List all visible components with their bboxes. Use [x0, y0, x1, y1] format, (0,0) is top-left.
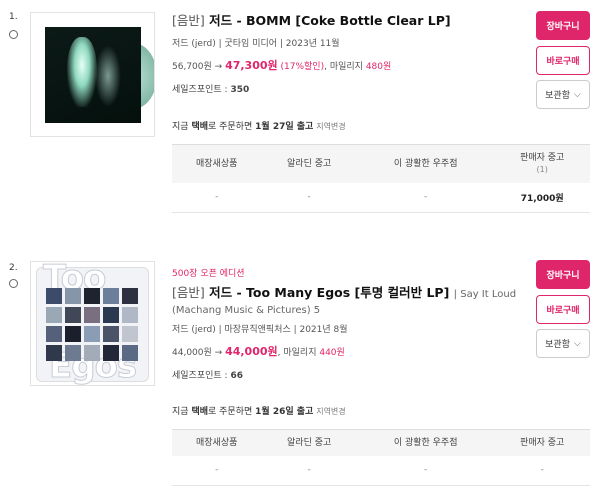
price-line: 56,700원 → 47,300원 (17%할인), 마일리지 480원	[172, 57, 527, 73]
region-change-link[interactable]: 지역변경	[316, 122, 345, 131]
product-item: 2. Too Egos 500장 오픈 에디션 [음반] 저드 - Too Ma…	[0, 255, 599, 489]
product-item: 1. [음반] 저드 - BOMM [Coke Bottle Clear LP]…	[0, 0, 599, 225]
ship-middle: 로 주문하면	[208, 407, 253, 417]
stock-header-space: 이 광활한 우주점	[356, 144, 495, 183]
stock-header-seller: 판매자 중고	[494, 429, 590, 456]
album-art-image	[45, 27, 141, 123]
stock-header-store: 매장새상품	[172, 429, 262, 456]
stock-cell: -	[261, 182, 357, 213]
sales-points: 세일즈포인트 : 66	[172, 368, 527, 381]
product-title[interactable]: 저드 - Too Many Egos [투명 컬러반 LP]	[209, 285, 449, 300]
stock-header-seller-label: 판매자 중고	[520, 152, 565, 163]
stock-cell: -	[356, 182, 495, 213]
stock-cell: -	[494, 455, 590, 486]
stock-table: 매장새상품 알라딘 중고 이 광활한 우주점 판매자 중고 - - - -	[172, 429, 590, 486]
product-meta: 저드 (jerd) | 마장뮤직앤픽처스 | 2021년 8월	[172, 325, 348, 335]
shipping-info: 지금 택배로 주문하면 1월 26일 출고 지역변경	[172, 404, 346, 417]
stock-header-used: 알라딘 중고	[261, 144, 357, 183]
wishlist-label: 보관함	[545, 91, 570, 101]
add-to-cart-button[interactable]: 장바구니	[536, 260, 590, 289]
mileage-label: , 마일리지	[277, 348, 317, 358]
stock-cell: -	[356, 455, 495, 486]
sales-points: 세일즈포인트 : 350	[172, 82, 527, 95]
stock-header-store: 매장새상품	[172, 144, 262, 183]
sale-price: 44,000원	[225, 345, 278, 358]
select-checkbox[interactable]	[9, 279, 18, 288]
album-cover[interactable]	[30, 12, 155, 137]
shipping-info: 지금 택배로 주문하면 1월 27일 출고 지역변경	[172, 119, 346, 132]
product-title[interactable]: 저드 - BOMM [Coke Bottle Clear LP]	[209, 13, 450, 28]
ship-middle: 로 주문하면	[208, 122, 253, 132]
ship-date: 1월 26일 출고	[255, 407, 314, 417]
chevron-down-icon: ⌵	[574, 89, 581, 100]
product-info: 500장 오픈 에디션 [음반] 저드 - Too Many Egos [투명 …	[172, 266, 527, 381]
stock-header-seller-count: (1)	[536, 164, 548, 174]
ship-method: 택배	[191, 407, 208, 417]
price-line: 44,000원 → 44,000원, 마일리지 440원	[172, 343, 527, 359]
series-subtitle[interactable]: (Machang Music & Pictures) 5	[172, 305, 527, 316]
stock-cell: -	[172, 182, 262, 213]
buy-now-button[interactable]: 바로구매	[536, 46, 590, 75]
sales-points-label: 세일즈포인트 :	[172, 85, 228, 95]
stock-header-seller: 판매자 중고 (1)	[494, 144, 590, 183]
stock-cell: -	[172, 455, 262, 486]
mileage-label: , 마일리지	[324, 62, 363, 72]
product-info: [음반] 저드 - BOMM [Coke Bottle Clear LP] 저드…	[172, 13, 527, 95]
ship-date: 1월 27일 출고	[255, 122, 314, 132]
mileage-value: 480원	[365, 62, 392, 72]
chevron-down-icon: ⌵	[574, 338, 581, 349]
sales-points-label: 세일즈포인트 :	[172, 371, 228, 381]
item-index: 2.	[9, 263, 18, 273]
buy-now-button[interactable]: 바로구매	[536, 295, 590, 324]
sale-price: 47,300원	[225, 59, 278, 72]
wishlist-label: 보관함	[545, 340, 570, 350]
stock-header-space: 이 광활한 우주점	[356, 429, 495, 456]
stock-cell-seller-price[interactable]: 71,000원	[494, 182, 590, 213]
album-cover[interactable]: Too Egos	[30, 261, 155, 386]
item-index: 1.	[9, 12, 18, 22]
ship-prefix: 지금	[172, 122, 189, 132]
edition-badge: 500장 오픈 에디션	[172, 269, 245, 279]
mileage-value: 440원	[319, 348, 345, 358]
select-checkbox[interactable]	[9, 30, 18, 39]
add-to-cart-button[interactable]: 장바구니	[536, 11, 590, 40]
original-price: 56,700원 →	[172, 62, 223, 72]
product-title-row[interactable]: [음반] 저드 - BOMM [Coke Bottle Clear LP]	[172, 13, 527, 29]
sales-points-value: 66	[230, 371, 243, 381]
series-link[interactable]: | Say It Loud	[454, 289, 516, 300]
category-label: [음반]	[172, 13, 205, 28]
discount-rate: (17%할인)	[280, 62, 325, 72]
photo-grid-image	[46, 288, 140, 361]
category-label: [음반]	[172, 285, 205, 300]
product-meta: 저드 (jerd) | 굿타임 미디어 | 2023년 11월	[172, 39, 340, 49]
product-title-row[interactable]: [음반] 저드 - Too Many Egos [투명 컬러반 LP] | Sa…	[172, 285, 527, 303]
stock-table: 매장새상품 알라딘 중고 이 광활한 우주점 판매자 중고 (1) - - - …	[172, 144, 590, 213]
wishlist-button[interactable]: 보관함 ⌵	[536, 80, 590, 109]
wishlist-button[interactable]: 보관함 ⌵	[536, 329, 590, 358]
region-change-link[interactable]: 지역변경	[316, 407, 345, 416]
stock-cell: -	[261, 455, 357, 486]
sales-points-value: 350	[230, 85, 250, 95]
ship-method: 택배	[191, 122, 208, 132]
stock-header-used: 알라딘 중고	[261, 429, 357, 456]
ship-prefix: 지금	[172, 407, 189, 417]
original-price: 44,000원 →	[172, 348, 223, 358]
